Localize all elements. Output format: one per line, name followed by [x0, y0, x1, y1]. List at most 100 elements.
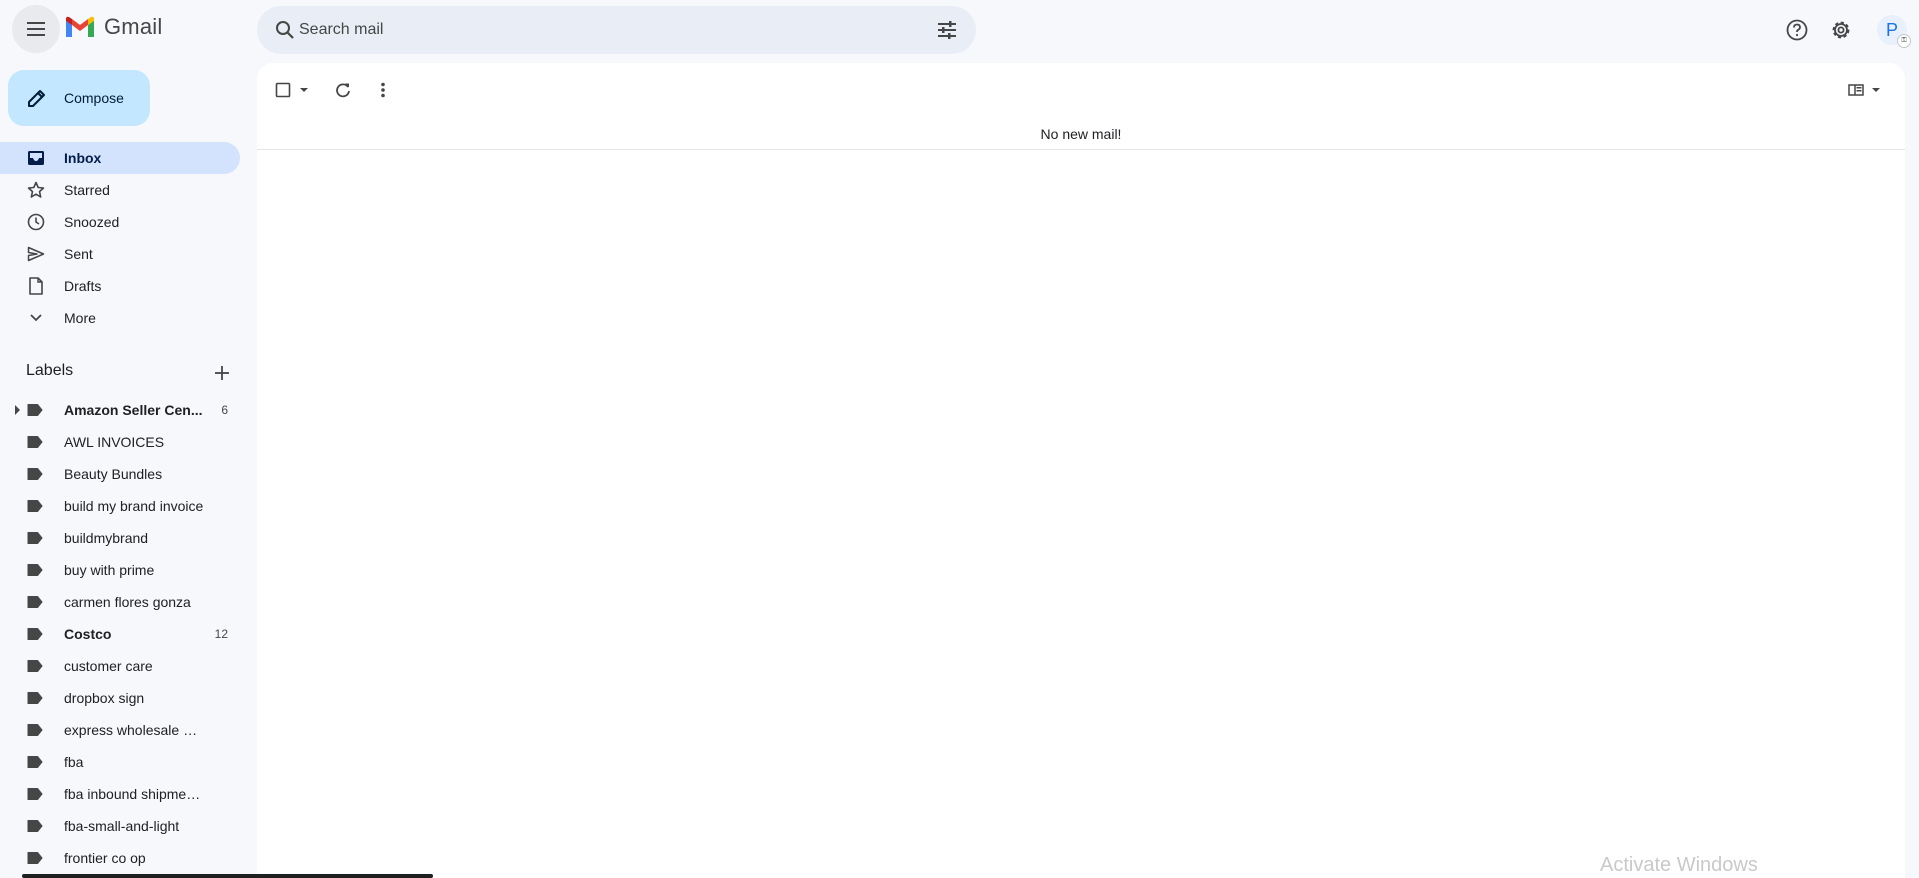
gmail-m-icon	[66, 16, 94, 37]
chevron-down-icon	[26, 308, 46, 328]
draft-icon	[26, 276, 46, 296]
hamburger-menu-icon	[27, 22, 45, 36]
label-icon	[27, 595, 43, 612]
label-icon	[27, 787, 43, 804]
label-icon	[27, 627, 43, 644]
sidebar-item-label: Sent	[64, 246, 93, 262]
help-icon	[1786, 19, 1808, 41]
avatar-initial: P	[1885, 19, 1898, 40]
empty-inbox-message: No new mail!	[257, 121, 1905, 150]
sidebar-label-item[interactable]: fba inbound shipment b...	[0, 778, 240, 810]
caret-down-icon	[300, 88, 308, 92]
label-name: fba	[64, 754, 84, 770]
sidebar-label-item[interactable]: Costco 12	[0, 618, 240, 650]
label-icon	[27, 755, 43, 772]
star-icon	[26, 180, 46, 200]
label-name: buildmybrand	[64, 530, 149, 546]
sidebar-item-label: More	[64, 310, 96, 326]
sidebar-label-item[interactable]: build my brand invoice	[0, 490, 240, 522]
caret-down-icon	[1872, 88, 1880, 92]
sidebar-label-item[interactable]: customer care	[0, 650, 240, 682]
more-actions-button[interactable]	[365, 72, 401, 108]
more-vert-icon	[381, 82, 385, 98]
label-name: Amazon Seller Cen...	[64, 402, 203, 418]
sidebar-label-item[interactable]: Amazon Seller Cen... 6	[0, 394, 240, 426]
sidebar-item-sent[interactable]: Sent	[0, 238, 240, 270]
labels-heading: Labels	[26, 362, 74, 379]
sidebar-item-starred[interactable]: Starred	[0, 174, 240, 206]
clock-icon	[26, 212, 46, 232]
label-icon	[27, 403, 43, 420]
label-name: buy with prime	[64, 562, 155, 578]
label-name: Costco	[64, 626, 112, 642]
sidebar-item-label: Drafts	[64, 278, 102, 294]
sidebar-item-label: Snoozed	[64, 214, 120, 230]
sidebar-item-label: Inbox	[64, 150, 102, 166]
unread-count: 6	[221, 403, 228, 417]
support-button[interactable]	[1773, 6, 1821, 54]
label-name: carmen flores gonza	[64, 594, 191, 610]
tune-icon	[938, 21, 956, 39]
split-pane-icon	[1848, 84, 1864, 96]
label-icon	[27, 499, 43, 516]
search-input[interactable]	[299, 18, 899, 42]
sidebar-label-item[interactable]: buy with prime	[0, 554, 240, 586]
sidebar-label-item[interactable]: express wholesale b inv...	[0, 714, 240, 746]
sidebar-label-item[interactable]: frontier co op	[0, 842, 240, 874]
sidebar-label-item[interactable]: fba-small-and-light	[0, 810, 240, 842]
label-icon	[27, 819, 43, 836]
sidebar-label-item[interactable]: dropbox sign	[0, 682, 240, 714]
label-icon	[27, 659, 43, 676]
checkbox-icon	[275, 82, 291, 98]
compose-button[interactable]: Compose	[8, 70, 150, 126]
label-icon	[27, 851, 43, 868]
sidebar-label-item[interactable]: AWL INVOICES	[0, 426, 240, 458]
unread-count: 12	[214, 627, 228, 641]
sidebar-item-snoozed[interactable]: Snoozed	[0, 206, 240, 238]
label-name: build my brand invoice	[64, 498, 204, 514]
taskbar-edge	[22, 874, 433, 878]
label-name: Beauty Bundles	[64, 466, 163, 482]
label-icon	[27, 467, 43, 484]
sidebar-item-drafts[interactable]: Drafts	[0, 270, 240, 302]
expand-caret-icon[interactable]	[15, 405, 20, 415]
sidebar-item-inbox[interactable]: Inbox	[0, 142, 240, 174]
activate-windows-watermark: Activate Windows	[1600, 854, 1758, 876]
label-name: dropbox sign	[64, 690, 145, 706]
compose-label: Compose	[64, 90, 124, 106]
label-icon	[27, 723, 43, 740]
mail-list-pane: No new mail!	[257, 63, 1905, 878]
label-icon	[27, 531, 43, 548]
label-icon	[27, 563, 43, 580]
sidebar-label-item[interactable]: fba	[0, 746, 240, 778]
refresh-icon	[336, 83, 350, 98]
label-name: customer care	[64, 658, 153, 674]
label-name: fba-small-and-light	[64, 818, 180, 834]
refresh-button[interactable]	[325, 72, 361, 108]
label-name: fba inbound shipment b...	[64, 786, 204, 802]
gmail-wordmark: Gmail	[104, 14, 163, 39]
search-bar[interactable]	[257, 6, 976, 54]
sidebar-label-item[interactable]: buildmybrand	[0, 522, 240, 554]
main-menu-button[interactable]	[12, 5, 60, 53]
account-avatar[interactable]: P ⚿	[1877, 15, 1911, 48]
split-pane-toggle[interactable]	[1843, 76, 1887, 104]
label-icon	[27, 435, 43, 452]
sidebar-item-more[interactable]: More	[0, 302, 240, 334]
gmail-logo[interactable]: Gmail	[64, 14, 162, 40]
label-name: express wholesale b inv...	[64, 722, 204, 738]
label-name: AWL INVOICES	[64, 434, 165, 450]
sidebar-label-item[interactable]: carmen flores gonza	[0, 586, 240, 618]
pencil-icon	[28, 90, 45, 107]
key-badge-icon: ⚿	[1897, 34, 1911, 48]
select-all-checkbox[interactable]	[275, 78, 311, 102]
search-options-button[interactable]	[925, 6, 969, 54]
send-icon	[26, 244, 46, 264]
create-label-button[interactable]	[206, 357, 238, 389]
gear-icon	[1832, 21, 1850, 39]
settings-button[interactable]	[1817, 6, 1865, 54]
label-name: frontier co op	[64, 850, 146, 866]
search-icon	[276, 21, 294, 39]
sidebar-item-label: Starred	[64, 182, 110, 198]
sidebar-label-item[interactable]: Beauty Bundles	[0, 458, 240, 490]
